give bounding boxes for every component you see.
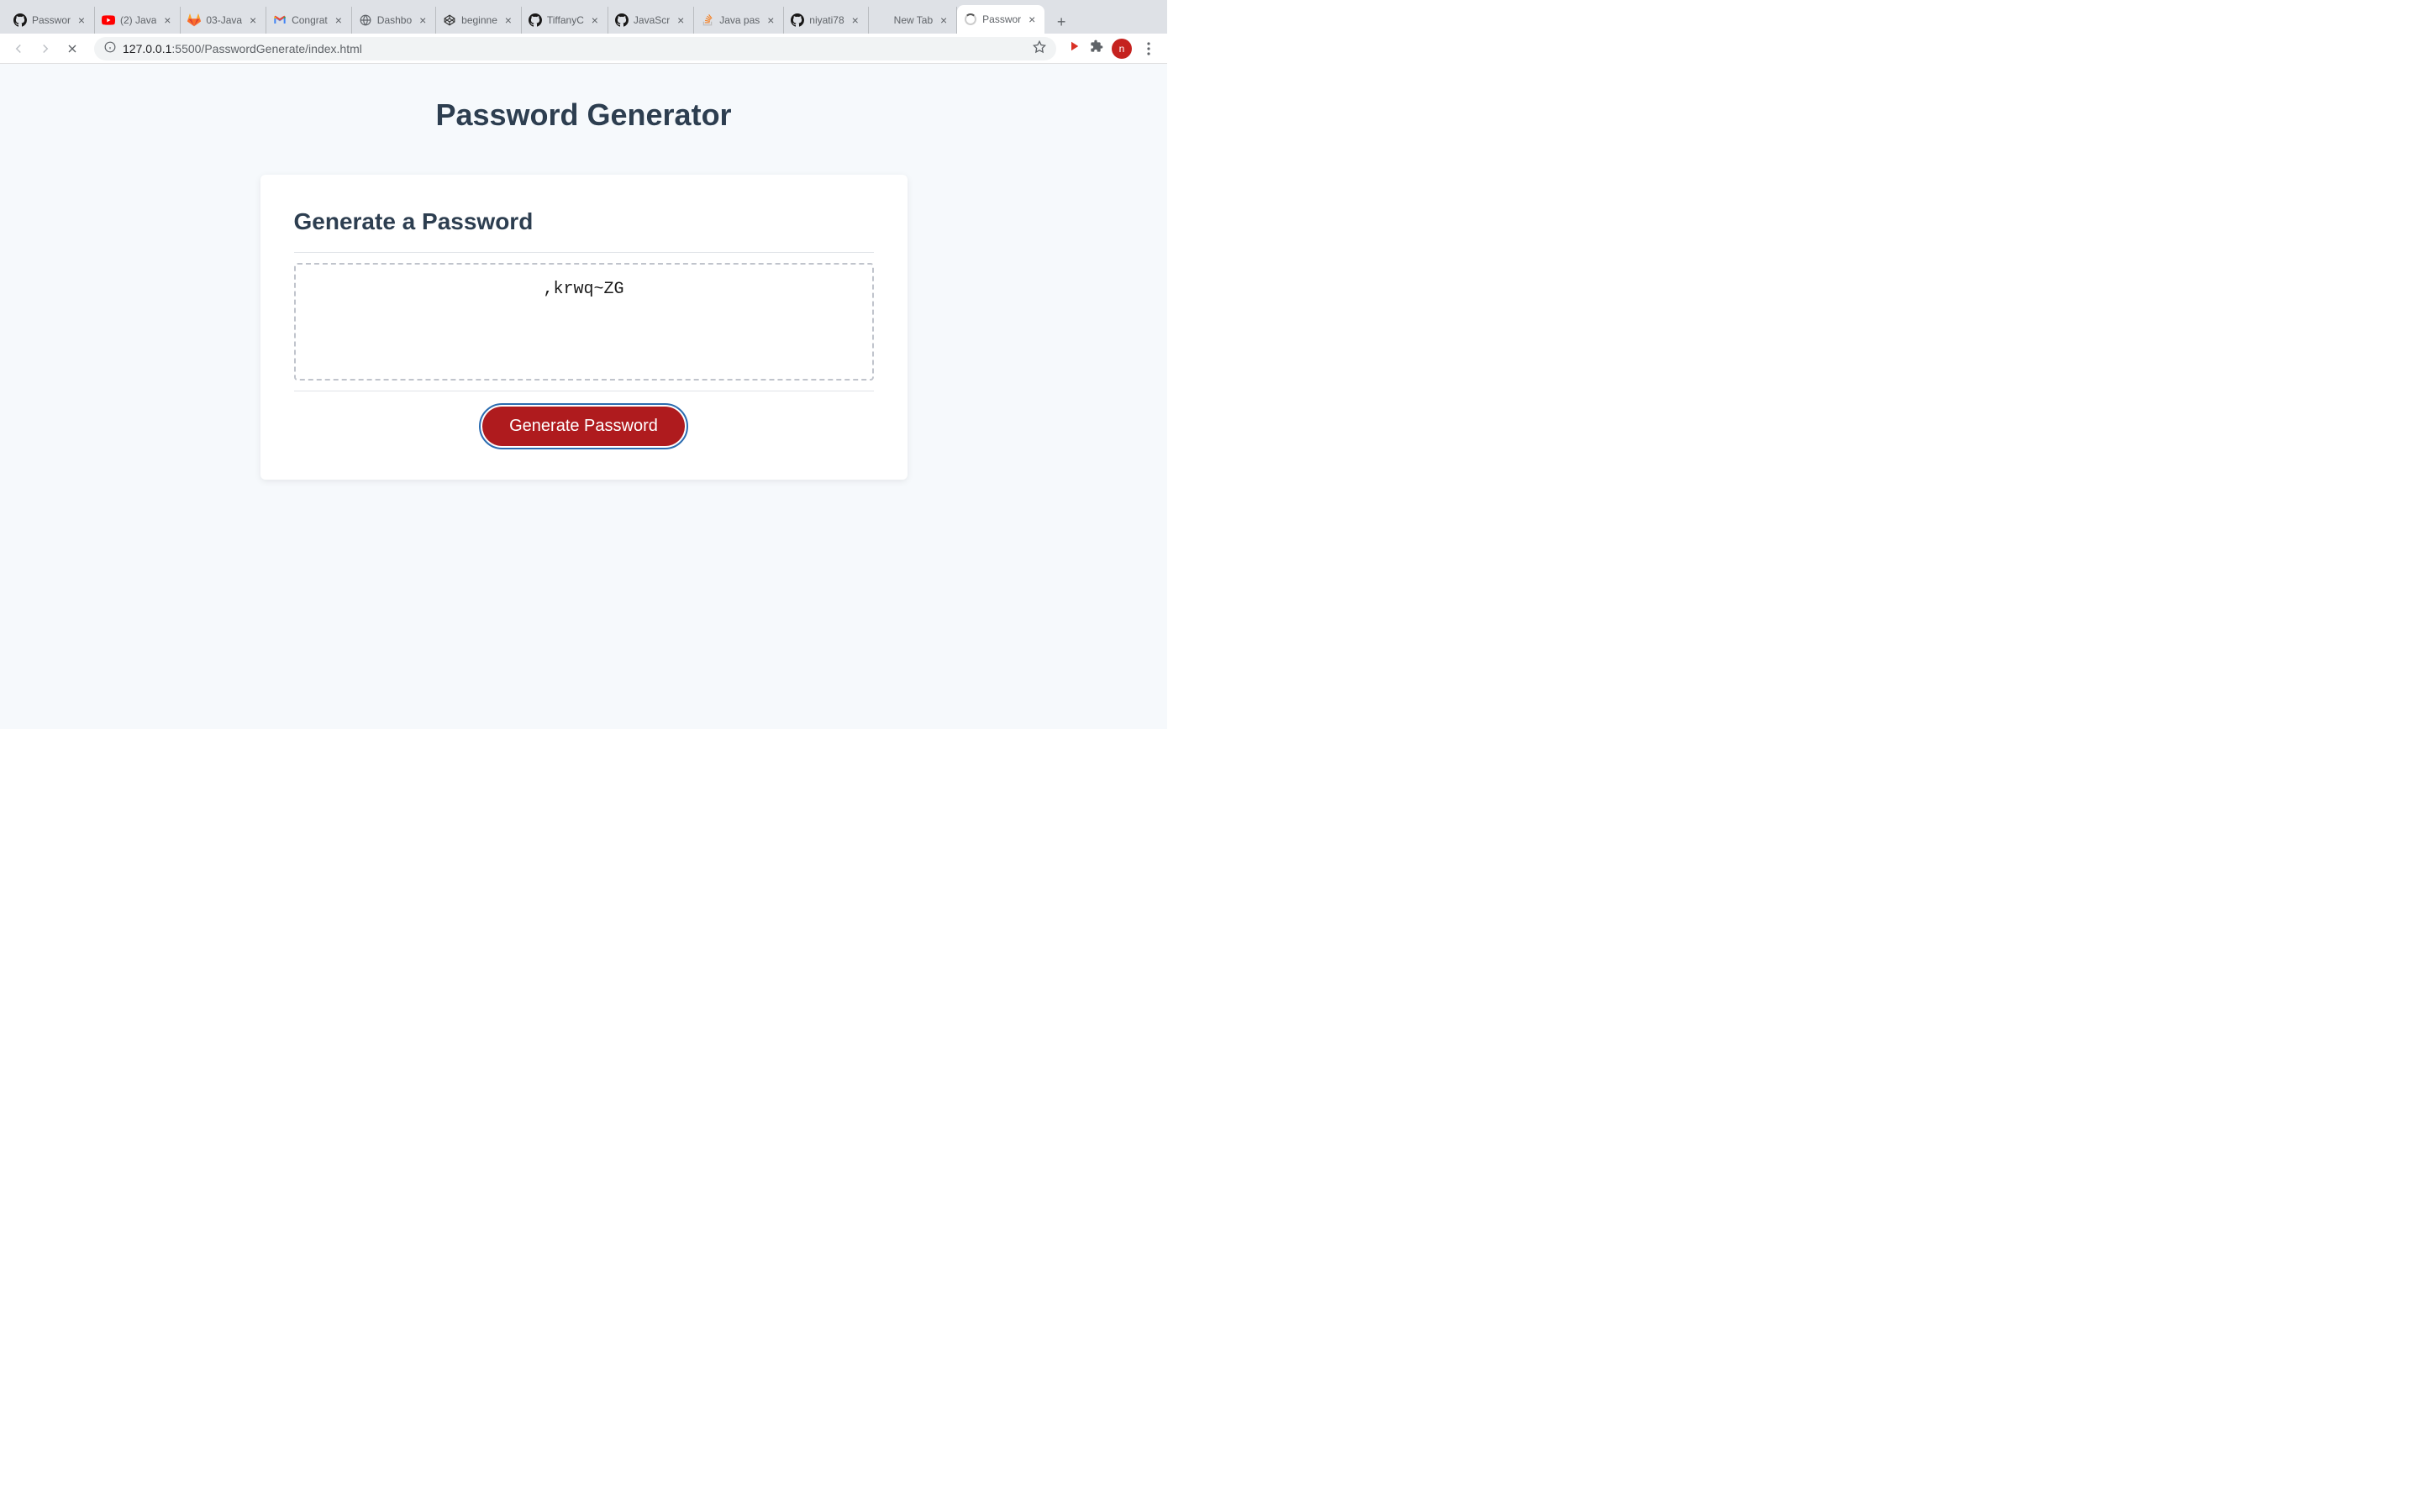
browser-tab[interactable]: Passwor ×	[7, 7, 95, 34]
tab-title: beginne	[461, 14, 497, 26]
menu-icon[interactable]	[1140, 42, 1157, 55]
github-icon	[615, 13, 629, 27]
profile-letter: n	[1119, 43, 1125, 55]
close-icon[interactable]: ×	[589, 14, 601, 26]
globe-icon	[359, 13, 372, 27]
stop-button[interactable]	[60, 37, 84, 60]
close-icon[interactable]: ×	[675, 14, 687, 26]
url-text: 127.0.0.1:5500/PasswordGenerate/index.ht…	[123, 42, 1026, 55]
browser-tab[interactable]: New Tab ×	[869, 7, 957, 34]
browser-tab[interactable]: (2) Java ×	[95, 7, 181, 34]
browser-tab[interactable]: Dashbo ×	[352, 7, 436, 34]
password-output-box: ,krwq~ZG	[294, 263, 874, 381]
card-title: Generate a Password	[294, 208, 874, 235]
github-icon	[791, 13, 804, 27]
browser-tab[interactable]: niyati78 ×	[784, 7, 868, 34]
browser-tab[interactable]: Congrat ×	[266, 7, 352, 34]
gmail-icon	[273, 13, 287, 27]
tab-title: JavaScr	[634, 14, 670, 26]
info-icon[interactable]	[104, 41, 116, 55]
tab-title: Dashbo	[377, 14, 412, 26]
tab-title: 03-Java	[206, 14, 242, 26]
button-wrap: Generate Password	[294, 407, 874, 446]
tab-title: New Tab	[894, 14, 933, 26]
stackoverflow-icon	[701, 13, 714, 27]
close-icon[interactable]: ×	[417, 14, 429, 26]
browser-tab-active[interactable]: Passwor ×	[957, 5, 1044, 34]
blank-icon	[876, 13, 889, 27]
tab-title: Passwor	[32, 14, 71, 26]
browser-tab[interactable]: beginne ×	[436, 7, 522, 34]
browser-tab-bar: Passwor × (2) Java × 03-Java × Congrat ×…	[0, 0, 1167, 34]
browser-tab[interactable]: Java pas ×	[694, 7, 784, 34]
divider	[294, 252, 874, 253]
new-tab-button[interactable]: +	[1050, 10, 1073, 34]
codepen-icon	[443, 13, 456, 27]
page-title: Password Generator	[0, 97, 1167, 133]
browser-toolbar: 127.0.0.1:5500/PasswordGenerate/index.ht…	[0, 34, 1167, 64]
forward-button[interactable]	[34, 37, 57, 60]
github-icon	[13, 13, 27, 27]
page-content: Password Generator Generate a Password ,…	[0, 64, 1167, 729]
tab-title: TiffanyC	[547, 14, 584, 26]
close-icon[interactable]: ×	[333, 14, 345, 26]
generator-card: Generate a Password ,krwq~ZG Generate Pa…	[260, 175, 908, 480]
tab-title: niyati78	[809, 14, 844, 26]
loading-icon	[964, 13, 977, 26]
github-icon	[529, 13, 542, 27]
toolbar-right: n	[1066, 39, 1160, 59]
back-button[interactable]	[7, 37, 30, 60]
password-value: ,krwq~ZG	[543, 280, 623, 299]
generate-button[interactable]: Generate Password	[482, 407, 685, 446]
tab-title: Congrat	[292, 14, 328, 26]
browser-tab[interactable]: JavaScr ×	[608, 7, 694, 34]
youtube-icon	[102, 13, 115, 27]
browser-tab[interactable]: TiffanyC ×	[522, 7, 608, 34]
tab-title: Passwor	[982, 13, 1021, 25]
extension-icon[interactable]	[1066, 39, 1081, 58]
tab-title: (2) Java	[120, 14, 156, 26]
close-icon[interactable]: ×	[938, 14, 950, 26]
close-icon[interactable]: ×	[765, 14, 776, 26]
browser-tab[interactable]: 03-Java ×	[181, 7, 266, 34]
close-icon[interactable]: ×	[502, 14, 514, 26]
address-bar[interactable]: 127.0.0.1:5500/PasswordGenerate/index.ht…	[94, 37, 1056, 60]
extensions-icon[interactable]	[1090, 39, 1103, 57]
close-icon[interactable]: ×	[76, 14, 87, 26]
close-icon[interactable]: ×	[1026, 13, 1038, 25]
tab-title: Java pas	[719, 14, 760, 26]
bookmark-star-icon[interactable]	[1033, 40, 1046, 56]
gitlab-icon	[187, 13, 201, 27]
close-icon[interactable]: ×	[247, 14, 259, 26]
close-icon[interactable]: ×	[850, 14, 861, 26]
profile-avatar[interactable]: n	[1112, 39, 1132, 59]
close-icon[interactable]: ×	[161, 14, 173, 26]
